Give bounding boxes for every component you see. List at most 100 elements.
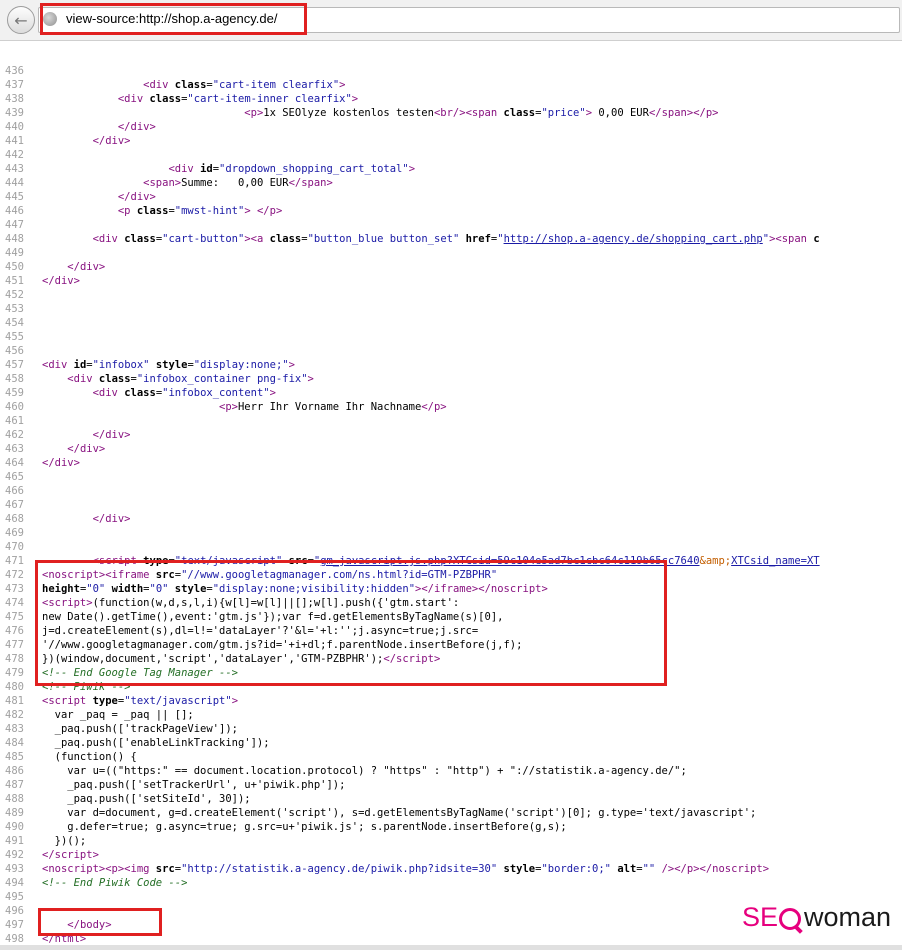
line-code: <script type="text/javascript"> — [42, 695, 239, 707]
line-number: 471 — [5, 555, 24, 567]
line-number: 451 — [5, 275, 24, 287]
source-line: 457 <div id="infobox" style="display:none… — [0, 358, 902, 372]
source-line: 459 <div class="infobox_content"> — [0, 386, 902, 400]
line-number: 491 — [5, 835, 24, 847]
source-line: 441 </div> — [0, 134, 902, 148]
line-number: 470 — [5, 541, 24, 553]
source-line: 486 var u=(("https:" == document.locatio… — [0, 764, 902, 778]
line-code: <p>1x SEOlyze kostenlos testen<br/><span… — [244, 107, 719, 119]
line-code: <p>Herr Ihr Vorname Ihr Nachname</p> — [219, 401, 447, 413]
line-number: 490 — [5, 821, 24, 833]
line-code: </div> — [42, 275, 80, 287]
line-number: 489 — [5, 807, 24, 819]
line-code: </div> — [42, 457, 80, 469]
line-code: _paq.push(['enableLinkTracking']); — [42, 737, 270, 749]
line-code: <p class="mwst-hint"> </p> — [117, 205, 283, 217]
line-number: 469 — [5, 527, 24, 539]
line-code: g.defer=true; g.async=true; g.src=u+'piw… — [42, 821, 567, 833]
line-number: 484 — [5, 737, 24, 749]
line-number: 452 — [5, 289, 24, 301]
line-code: </div> — [92, 429, 131, 441]
back-arrow-icon: ← — [14, 10, 28, 30]
line-number: 454 — [5, 317, 24, 329]
line-number: 488 — [5, 793, 24, 805]
line-code: _paq.push(['setSiteId', 30]); — [42, 793, 251, 805]
line-number: 462 — [5, 429, 24, 441]
line-number: 498 — [5, 933, 24, 945]
source-line: 439 <p>1x SEOlyze kostenlos testen<br/><… — [0, 106, 902, 120]
source-line: 465 — [0, 470, 902, 484]
line-code: var u=(("https:" == document.location.pr… — [42, 765, 687, 777]
line-code: </div> — [67, 443, 106, 455]
line-code: </div> — [117, 121, 156, 133]
line-code: <!-- End Piwik Code --> — [42, 877, 188, 889]
line-number: 474 — [5, 597, 24, 609]
line-code: </div> — [92, 135, 131, 147]
line-number: 493 — [5, 863, 24, 875]
line-number: 460 — [5, 401, 24, 413]
line-number: 494 — [5, 877, 24, 889]
line-code: <div class="cart-item-inner clearfix"> — [117, 93, 359, 105]
source-line: 444 <span>Summe: 0,00 EUR</span> — [0, 176, 902, 190]
line-code: </div> — [67, 261, 106, 273]
line-code: var _paq = _paq || []; — [42, 709, 194, 721]
line-number: 466 — [5, 485, 24, 497]
line-number: 485 — [5, 751, 24, 763]
source-line: 484 _paq.push(['enableLinkTracking']); — [0, 736, 902, 750]
source-line: 458 <div class="infobox_container png-fi… — [0, 372, 902, 386]
line-number: 483 — [5, 723, 24, 735]
line-number: 438 — [5, 93, 24, 105]
line-number: 448 — [5, 233, 24, 245]
line-code: <div id="dropdown_shopping_cart_total"> — [168, 163, 416, 175]
line-code: _paq.push(['trackPageView']); — [42, 723, 238, 735]
source-line: 447 — [0, 218, 902, 232]
source-line: 455 — [0, 330, 902, 344]
line-number: 441 — [5, 135, 24, 147]
source-line: 494 <!-- End Piwik Code --> — [0, 876, 902, 890]
line-number: 478 — [5, 653, 24, 665]
source-line: 446 <p class="mwst-hint"> </p> — [0, 204, 902, 218]
line-number: 446 — [5, 205, 24, 217]
source-line: 490 g.defer=true; g.async=true; g.src=u+… — [0, 820, 902, 834]
line-number: 487 — [5, 779, 24, 791]
line-number: 463 — [5, 443, 24, 455]
horizontal-scrollbar[interactable] — [0, 945, 902, 950]
logo-woman-text: woman — [804, 902, 892, 932]
source-line: 445 </div> — [0, 190, 902, 204]
line-number: 455 — [5, 331, 24, 343]
line-number: 482 — [5, 709, 24, 721]
source-line: 464 </div> — [0, 456, 902, 470]
line-number: 481 — [5, 695, 24, 707]
line-number: 436 — [5, 65, 24, 77]
source-line: 460 <p>Herr Ihr Vorname Ihr Nachname</p> — [0, 400, 902, 414]
line-number: 456 — [5, 345, 24, 357]
line-number: 447 — [5, 219, 24, 231]
line-number: 472 — [5, 569, 24, 581]
back-button[interactable]: ← — [7, 6, 35, 34]
source-line: 436 — [0, 64, 902, 78]
line-number: 458 — [5, 373, 24, 385]
line-number: 464 — [5, 457, 24, 469]
source-line: 450 </div> — [0, 260, 902, 274]
line-number: 473 — [5, 583, 24, 595]
line-number: 437 — [5, 79, 24, 91]
line-code: _paq.push(['setTrackerUrl', u+'piwik.php… — [42, 779, 346, 791]
source-line: 482 var _paq = _paq || []; — [0, 708, 902, 722]
line-code: var d=document, g=d.createElement('scrip… — [42, 807, 757, 819]
line-number: 450 — [5, 261, 24, 273]
line-number: 497 — [5, 919, 24, 931]
source-line: 493 <noscript><p><img src="http://statist… — [0, 862, 902, 876]
magnifier-icon — [779, 906, 803, 934]
seowoman-logo: SE woman — [742, 902, 892, 934]
line-code: </div> — [92, 513, 131, 525]
line-code: </div> — [117, 191, 156, 203]
line-code: <div class="infobox_container png-fix"> — [67, 373, 314, 385]
source-line: 440 </div> — [0, 120, 902, 134]
line-number: 475 — [5, 611, 24, 623]
line-number: 457 — [5, 359, 24, 371]
source-line: 462 </div> — [0, 428, 902, 442]
source-line: 451 </div> — [0, 274, 902, 288]
line-number: 468 — [5, 513, 24, 525]
line-number: 439 — [5, 107, 24, 119]
source-code-view: 436 437 <div class="cart-item clearfix"> 4… — [0, 64, 902, 946]
